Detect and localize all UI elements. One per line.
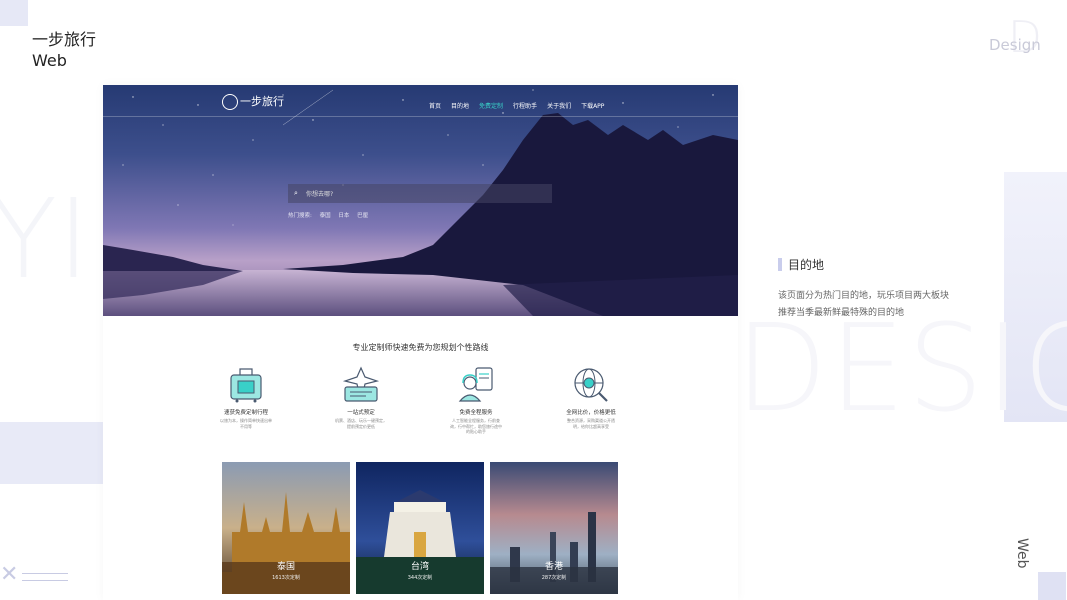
- destination-name: 香港: [544, 562, 563, 572]
- destination-card[interactable]: 香港 287次定制: [490, 462, 618, 594]
- destination-count: 287次定制: [541, 575, 567, 581]
- search-placeholder: 你想去哪?: [306, 191, 334, 198]
- feature-desc: 人工智能全程服务，行前查询，行中帮忙，助您旅行途中的贴心助手: [450, 418, 502, 434]
- section-accent-bar: [778, 258, 782, 271]
- search-icon[interactable]: ⌕: [294, 189, 298, 198]
- feature-desc: 机票、酒店、玩乐一键预定，提前预定价更低: [335, 418, 387, 429]
- hot-searches: 热门搜索: 泰国 日本 巴厘: [288, 211, 374, 219]
- feature-card: 免费全程服务 人工智能全程服务，行前查询，行中帮忙，助您旅行途中的贴心助手: [436, 365, 516, 435]
- intro-title: 专业定制师快速免费为您规划个性路线: [352, 343, 489, 352]
- section-desc: 推荐当季最新鲜最特殊的目的地: [778, 308, 905, 318]
- feature-desc: 以旅为本，操作简单快速出单不用等: [220, 418, 272, 429]
- globe-search-icon: [574, 368, 608, 402]
- feature-card: 一站式预定 机票、酒店、玩乐一键预定，提前预定价更低: [321, 365, 401, 429]
- hot-search-item[interactable]: 巴厘: [357, 213, 368, 219]
- feature-title: 全网比价，价格更低: [566, 410, 616, 416]
- nav-item-download-app[interactable]: 下载APP: [581, 101, 604, 110]
- destination-card[interactable]: 台湾 344次定制: [356, 462, 484, 594]
- decor-watermark: YI: [0, 175, 90, 303]
- hero-banner: 一步旅行 首页 目的地 免费定制 行程助手 关于我们 下载APP ⌕ 你想去哪?…: [103, 85, 738, 316]
- decor-square: [1038, 572, 1066, 600]
- feature-card: 全网比价，价格更低 整合资源，采购渠道公开透明，给你比超高享受: [551, 365, 631, 429]
- vertical-web-label: Web: [1014, 538, 1030, 569]
- section-title: 目的地: [788, 258, 825, 272]
- feature-title: 速获免费定制行程: [223, 410, 268, 416]
- site-logo[interactable]: 一步旅行: [240, 93, 284, 109]
- destination-name: 泰国: [276, 562, 295, 572]
- nav-item-trip-assistant[interactable]: 行程助手: [513, 101, 537, 110]
- feature-desc: 整合资源，采购渠道公开透明，给你比超高享受: [567, 418, 615, 429]
- nav-divider: [103, 116, 738, 117]
- presentation-title: 一步旅行: [32, 30, 97, 49]
- feature-title: 一站式预定: [347, 410, 375, 416]
- site-nav: 首页 目的地 免费定制 行程助手 关于我们 下载APP: [429, 101, 604, 110]
- website-mockup: 一步旅行 首页 目的地 免费定制 行程助手 关于我们 下载APP ⌕ 你想去哪?…: [103, 85, 738, 600]
- section-desc: 该页面分为热门目的地，玩乐项目两大板块: [778, 291, 950, 301]
- nav-item-custom[interactable]: 免费定制: [479, 101, 503, 110]
- support-agent-icon: [458, 367, 493, 402]
- nav-item-home[interactable]: 首页: [429, 101, 441, 110]
- decor-lines: [22, 573, 68, 581]
- luggage-icon: [230, 368, 262, 403]
- feature-card: 速获免费定制行程 以旅为本，操作简单快速出单不用等: [206, 365, 286, 429]
- destination-count: 344次定制: [407, 575, 433, 581]
- feature-title: 免费全程服务: [459, 410, 493, 416]
- hot-search-item[interactable]: 日本: [338, 213, 349, 219]
- decor-band: [0, 422, 103, 484]
- close-mark-icon: ✕: [0, 562, 19, 587]
- hot-search-label: 热门搜索:: [288, 213, 312, 219]
- destination-card[interactable]: 泰国 1613次定制: [222, 462, 350, 594]
- nav-item-about[interactable]: 关于我们: [547, 101, 571, 110]
- logo-icon[interactable]: [222, 94, 238, 110]
- decor-watermark: DESIG: [735, 300, 1067, 439]
- nav-item-destinations[interactable]: 目的地: [451, 101, 469, 110]
- presentation-subtitle: Web: [32, 51, 67, 70]
- plane-ticket-icon: [342, 366, 380, 402]
- destination-count: 1613次定制: [272, 575, 300, 581]
- decor-square: [0, 0, 28, 26]
- hot-search-item[interactable]: 泰国: [320, 213, 331, 219]
- corner-design-label: Design: [989, 36, 1041, 54]
- destination-name: 台湾: [410, 562, 429, 572]
